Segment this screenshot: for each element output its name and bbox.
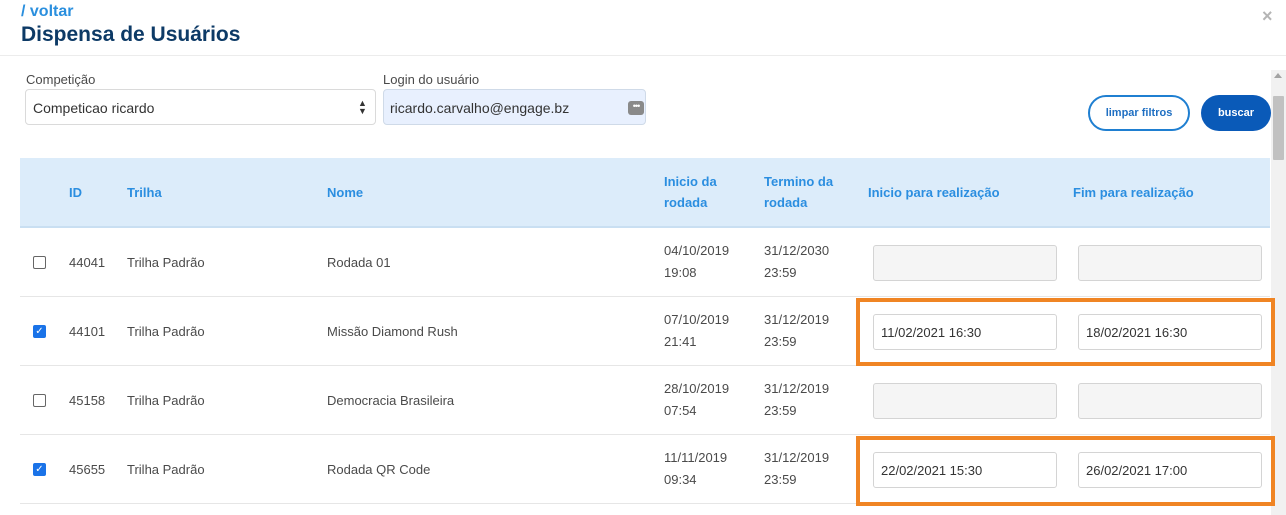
search-button[interactable]: buscar	[1201, 95, 1271, 131]
exec-end-input[interactable]	[1078, 245, 1262, 281]
login-input-value: ricardo.carvalho@engage.bz	[390, 100, 570, 116]
row-round-end-date: 31/12/2019	[764, 450, 830, 465]
column-header-name: Nome	[327, 185, 364, 200]
row-name: Rodada 01	[327, 255, 391, 270]
column-header-round-end: Termino da rodada	[764, 174, 834, 210]
row-id: 45655	[69, 462, 106, 477]
row-round-end-date: 31/12/2019	[764, 312, 830, 327]
row-round-start: 07/10/2019 21:41	[664, 309, 729, 353]
row-round-start-time: 21:41	[664, 334, 697, 349]
row-round-start-date: 11/11/2019	[664, 450, 728, 465]
competition-select-value: Competicao ricardo	[33, 100, 155, 116]
exec-start-input[interactable]	[873, 383, 1057, 419]
row-trail: Trilha Padrão	[127, 462, 205, 477]
row-trail: Trilha Padrão	[127, 324, 205, 339]
row-id: 45158	[69, 393, 106, 408]
table-row: 45158 Trilha Padrão Democracia Brasileir…	[20, 366, 1270, 435]
autofill-dots-icon[interactable]: •••	[628, 101, 644, 115]
row-trail: Trilha Padrão	[127, 255, 205, 270]
row-checkbox[interactable]	[33, 394, 46, 407]
row-round-start-time: 09:34	[664, 472, 697, 487]
close-icon[interactable]: ×	[1262, 6, 1273, 27]
row-round-end-time: 23:59	[764, 265, 797, 280]
scroll-thumb[interactable]	[1273, 96, 1284, 160]
table-row: 44041 Trilha Padrão Rodada 01 04/10/2019…	[20, 228, 1270, 297]
competition-select[interactable]: Competicao ricardo ▲ ▼	[25, 89, 376, 125]
row-checkbox[interactable]	[33, 256, 46, 269]
column-header-exec-end: Fim para realização	[1073, 185, 1194, 200]
row-round-end: 31/12/2030 23:59	[764, 240, 829, 284]
page-title: Dispensa de Usuários	[21, 23, 241, 46]
row-round-end-time: 23:59	[764, 403, 797, 418]
table-header: ID Trilha Nome Inicio da rodada Termino …	[20, 158, 1270, 228]
row-round-start: 11/11/2019 09:34	[664, 447, 727, 491]
row-round-end-date: 31/12/2030	[764, 243, 830, 258]
row-round-start-time: 07:54	[664, 403, 697, 418]
row-checkbox[interactable]: ✓	[33, 463, 46, 476]
row-round-start-date: 07/10/2019	[664, 312, 730, 327]
row-round-start: 04/10/2019 19:08	[664, 240, 729, 284]
back-link[interactable]: / voltar	[21, 3, 73, 21]
row-round-end: 31/12/2019 23:59	[764, 309, 829, 353]
row-round-end: 31/12/2019 23:59	[764, 447, 829, 491]
column-header-id: ID	[69, 185, 82, 200]
row-round-start-date: 04/10/2019	[664, 243, 730, 258]
row-id: 44101	[69, 324, 106, 339]
column-header-trail: Trilha	[127, 185, 162, 200]
row-name: Missão Diamond Rush	[327, 324, 458, 339]
row-round-start-date: 28/10/2019	[664, 381, 730, 396]
row-round-start-time: 19:08	[664, 265, 697, 280]
select-arrows-icon: ▲ ▼	[358, 98, 367, 116]
competition-label: Competição	[26, 72, 96, 87]
row-round-end-time: 23:59	[764, 334, 797, 349]
divider	[0, 55, 1286, 56]
row-name: Rodada QR Code	[327, 462, 431, 477]
login-input[interactable]: ricardo.carvalho@engage.bz •••	[383, 89, 646, 125]
scroll-up-arrow-icon[interactable]	[1274, 73, 1282, 78]
column-header-round-start: Inicio da rodada	[664, 174, 717, 210]
exec-start-input[interactable]	[873, 245, 1057, 281]
row-round-start: 28/10/2019 07:54	[664, 378, 729, 422]
login-label: Login do usuário	[383, 72, 480, 87]
highlight-box	[856, 436, 1275, 506]
row-round-end-date: 31/12/2019	[764, 381, 830, 396]
row-round-end: 31/12/2019 23:59	[764, 378, 829, 422]
highlight-box	[856, 298, 1275, 366]
row-trail: Trilha Padrão	[127, 393, 205, 408]
row-checkbox[interactable]: ✓	[33, 325, 46, 338]
exec-end-input[interactable]	[1078, 383, 1262, 419]
clear-filters-button[interactable]: limpar filtros	[1088, 95, 1190, 131]
column-header-exec-start: Inicio para realização	[868, 185, 1000, 200]
row-name: Democracia Brasileira	[327, 393, 455, 408]
row-round-end-time: 23:59	[764, 472, 797, 487]
row-id: 44041	[69, 255, 106, 270]
